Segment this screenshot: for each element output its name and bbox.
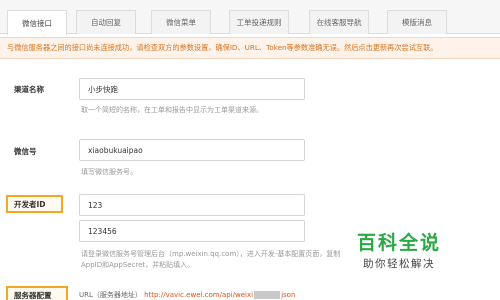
tab-template-message[interactable]: 模版消息 [387,10,447,34]
tab-auto-reply[interactable]: 自动回复 [76,10,136,34]
watermark: 百科全说 助你轻松解决 [337,228,461,271]
wechat-id-hint: 填写微信服务号。 [81,168,137,176]
developer-id-label-highlight: 开发者ID [6,195,63,213]
developer-id-label: 开发者ID [14,199,46,209]
server-config-label-highlight: 服务器配置 [6,286,68,300]
channel-name-input[interactable] [79,78,305,100]
watermark-sub: 助你轻松解决 [363,258,435,270]
server-url-value[interactable]: http://vavic.ewei.com/api/weixi json [144,291,295,299]
wechat-id-label: 微信号 [14,147,37,156]
app-secret-input[interactable] [79,220,305,242]
url-mask [254,291,281,299]
watermark-main: 百科全说 [356,232,441,254]
tab-bar: 微信接口 自动回复 微信菜单 工单投递规则 在线客服导航 模版消息 [0,0,500,35]
server-url-label: URL（服务器地址） [79,291,142,299]
server-url-end: json [281,291,296,299]
tab-wechat-menu[interactable]: 微信菜单 [151,10,211,34]
developer-id-hint-line1: 请登录微信服务号管理后台（mp.weixin.qq.com），进入开发-基本配置… [81,250,341,258]
connection-warning: 与微信服务器之间的接口尚未连接成功，请检查双方的参数设置，确保ID、URL、To… [0,37,500,59]
channel-name-label: 渠道名称 [14,85,44,94]
tab-ticket-rules[interactable]: 工单投递规则 [229,10,289,34]
developer-id-hint-line2: AppID和AppSecret，并粘贴填入。 [81,261,195,269]
server-url-start: http://vavic.ewei.com/api/weixi [144,291,254,299]
channel-name-hint: 取一个简短的名称，在工单和报告中显示为工单渠道来源。 [81,106,263,114]
app-id-input[interactable] [79,194,305,216]
tab-online-service-nav[interactable]: 在线客服导航 [309,10,369,34]
tab-wechat-interface[interactable]: 微信接口 [7,10,67,35]
wechat-id-input[interactable] [79,139,305,161]
server-url-row: URL（服务器地址） http://vavic.ewei.com/api/wei… [79,290,295,300]
server-config-label: 服务器配置 [14,290,52,300]
